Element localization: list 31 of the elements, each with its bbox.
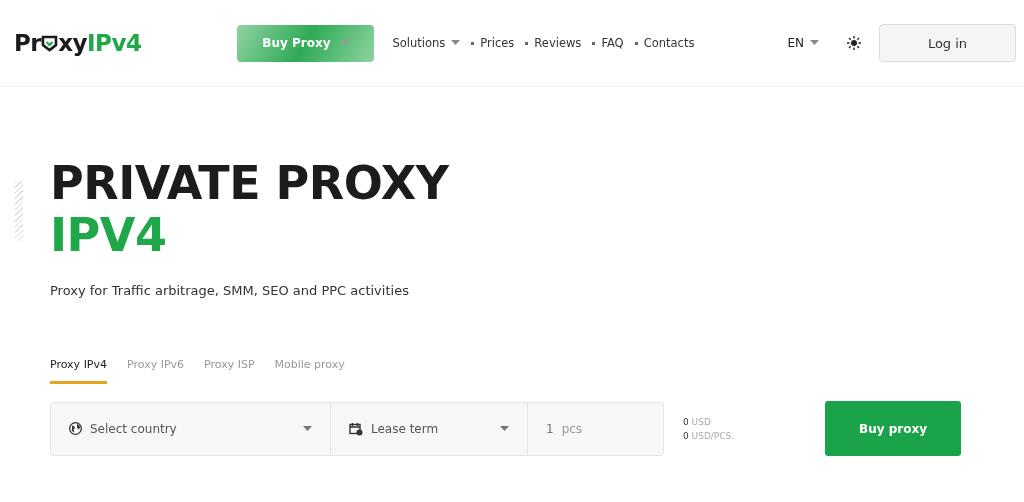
hero-title: PRIVATE PROXY: [50, 157, 451, 209]
nav-link[interactable]: FAQ: [592, 36, 624, 50]
bullet-icon: [634, 41, 638, 45]
sun-icon[interactable]: [847, 36, 861, 50]
nav-link[interactable]: Solutions: [392, 36, 461, 50]
hero-subtitle: Proxy for Traffic arbitrage, SMM, SEO and PPC activities: [50, 283, 410, 298]
logo[interactable]: Pr xyIPv4: [14, 30, 142, 56]
price-total: 0 USD/PCS.: [683, 429, 735, 443]
nav-link[interactable]: Prices: [471, 36, 515, 50]
lease-term-select[interactable]: Lease term: [331, 401, 528, 456]
caret-icon: [810, 40, 819, 46]
bullet-icon: [592, 41, 596, 45]
caret-icon: [340, 40, 350, 46]
tab[interactable]: Proxy IPv4: [50, 358, 107, 384]
hero-title-accent: IPV4: [50, 209, 168, 261]
hatch-decoration: [15, 181, 23, 241]
language-selector[interactable]: EN: [781, 35, 825, 51]
price-total: 0 USD: [683, 415, 712, 429]
shield-icon: [41, 34, 59, 52]
caret-icon: [303, 425, 312, 432]
login-button[interactable]: Log in: [879, 24, 1016, 62]
country-select[interactable]: Select country: [50, 401, 331, 456]
nav-link[interactable]: Reviews: [525, 36, 582, 50]
caret-icon: [451, 40, 461, 46]
quantity-field[interactable]: 1 pcs: [528, 401, 664, 456]
nav-link[interactable]: Contacts: [634, 36, 695, 50]
bullet-icon: [471, 41, 475, 45]
calendar-icon: [349, 421, 363, 436]
caret-icon: [500, 425, 509, 432]
globe-icon: [69, 422, 82, 435]
bullet-icon: [525, 41, 529, 45]
